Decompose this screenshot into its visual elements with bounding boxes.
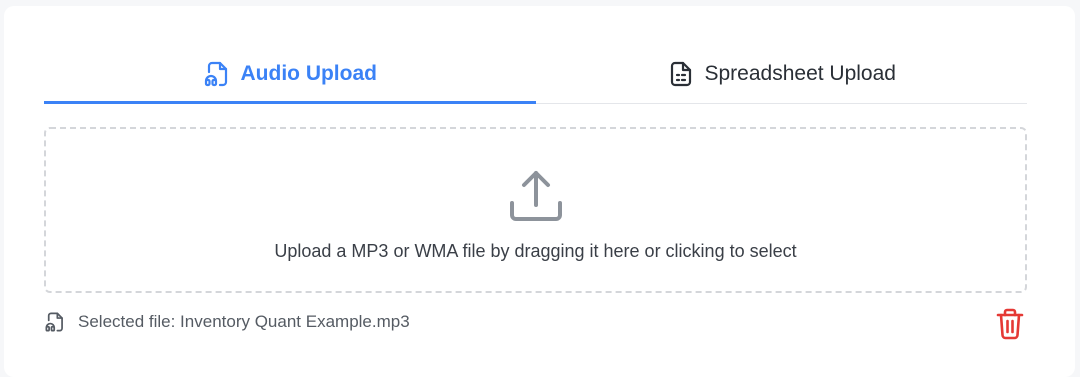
tab-spreadsheet-upload-label: Spreadsheet Upload [704, 61, 896, 85]
tab-audio-upload[interactable]: Audio Upload [44, 44, 536, 104]
tab-audio-upload-label: Audio Upload [240, 61, 377, 85]
upload-tabs: Audio Upload Spreadsheet Upload [44, 44, 1027, 104]
dropzone-instructions: Upload a MP3 or WMA file by dragging it … [274, 240, 797, 261]
spreadsheet-file-icon [667, 60, 695, 88]
delete-file-button[interactable] [995, 308, 1025, 340]
tab-spreadsheet-upload[interactable]: Spreadsheet Upload [536, 44, 1028, 103]
file-dropzone[interactable]: Upload a MP3 or WMA file by dragging it … [44, 127, 1027, 293]
upload-icon [504, 165, 568, 229]
audio-file-icon [44, 311, 66, 333]
selected-file-row: Selected file: Inventory Quant Example.m… [44, 308, 410, 336]
trash-icon [995, 308, 1025, 344]
audio-file-icon [203, 60, 231, 88]
selected-file-label: Selected file: Inventory Quant Example.m… [78, 312, 410, 331]
